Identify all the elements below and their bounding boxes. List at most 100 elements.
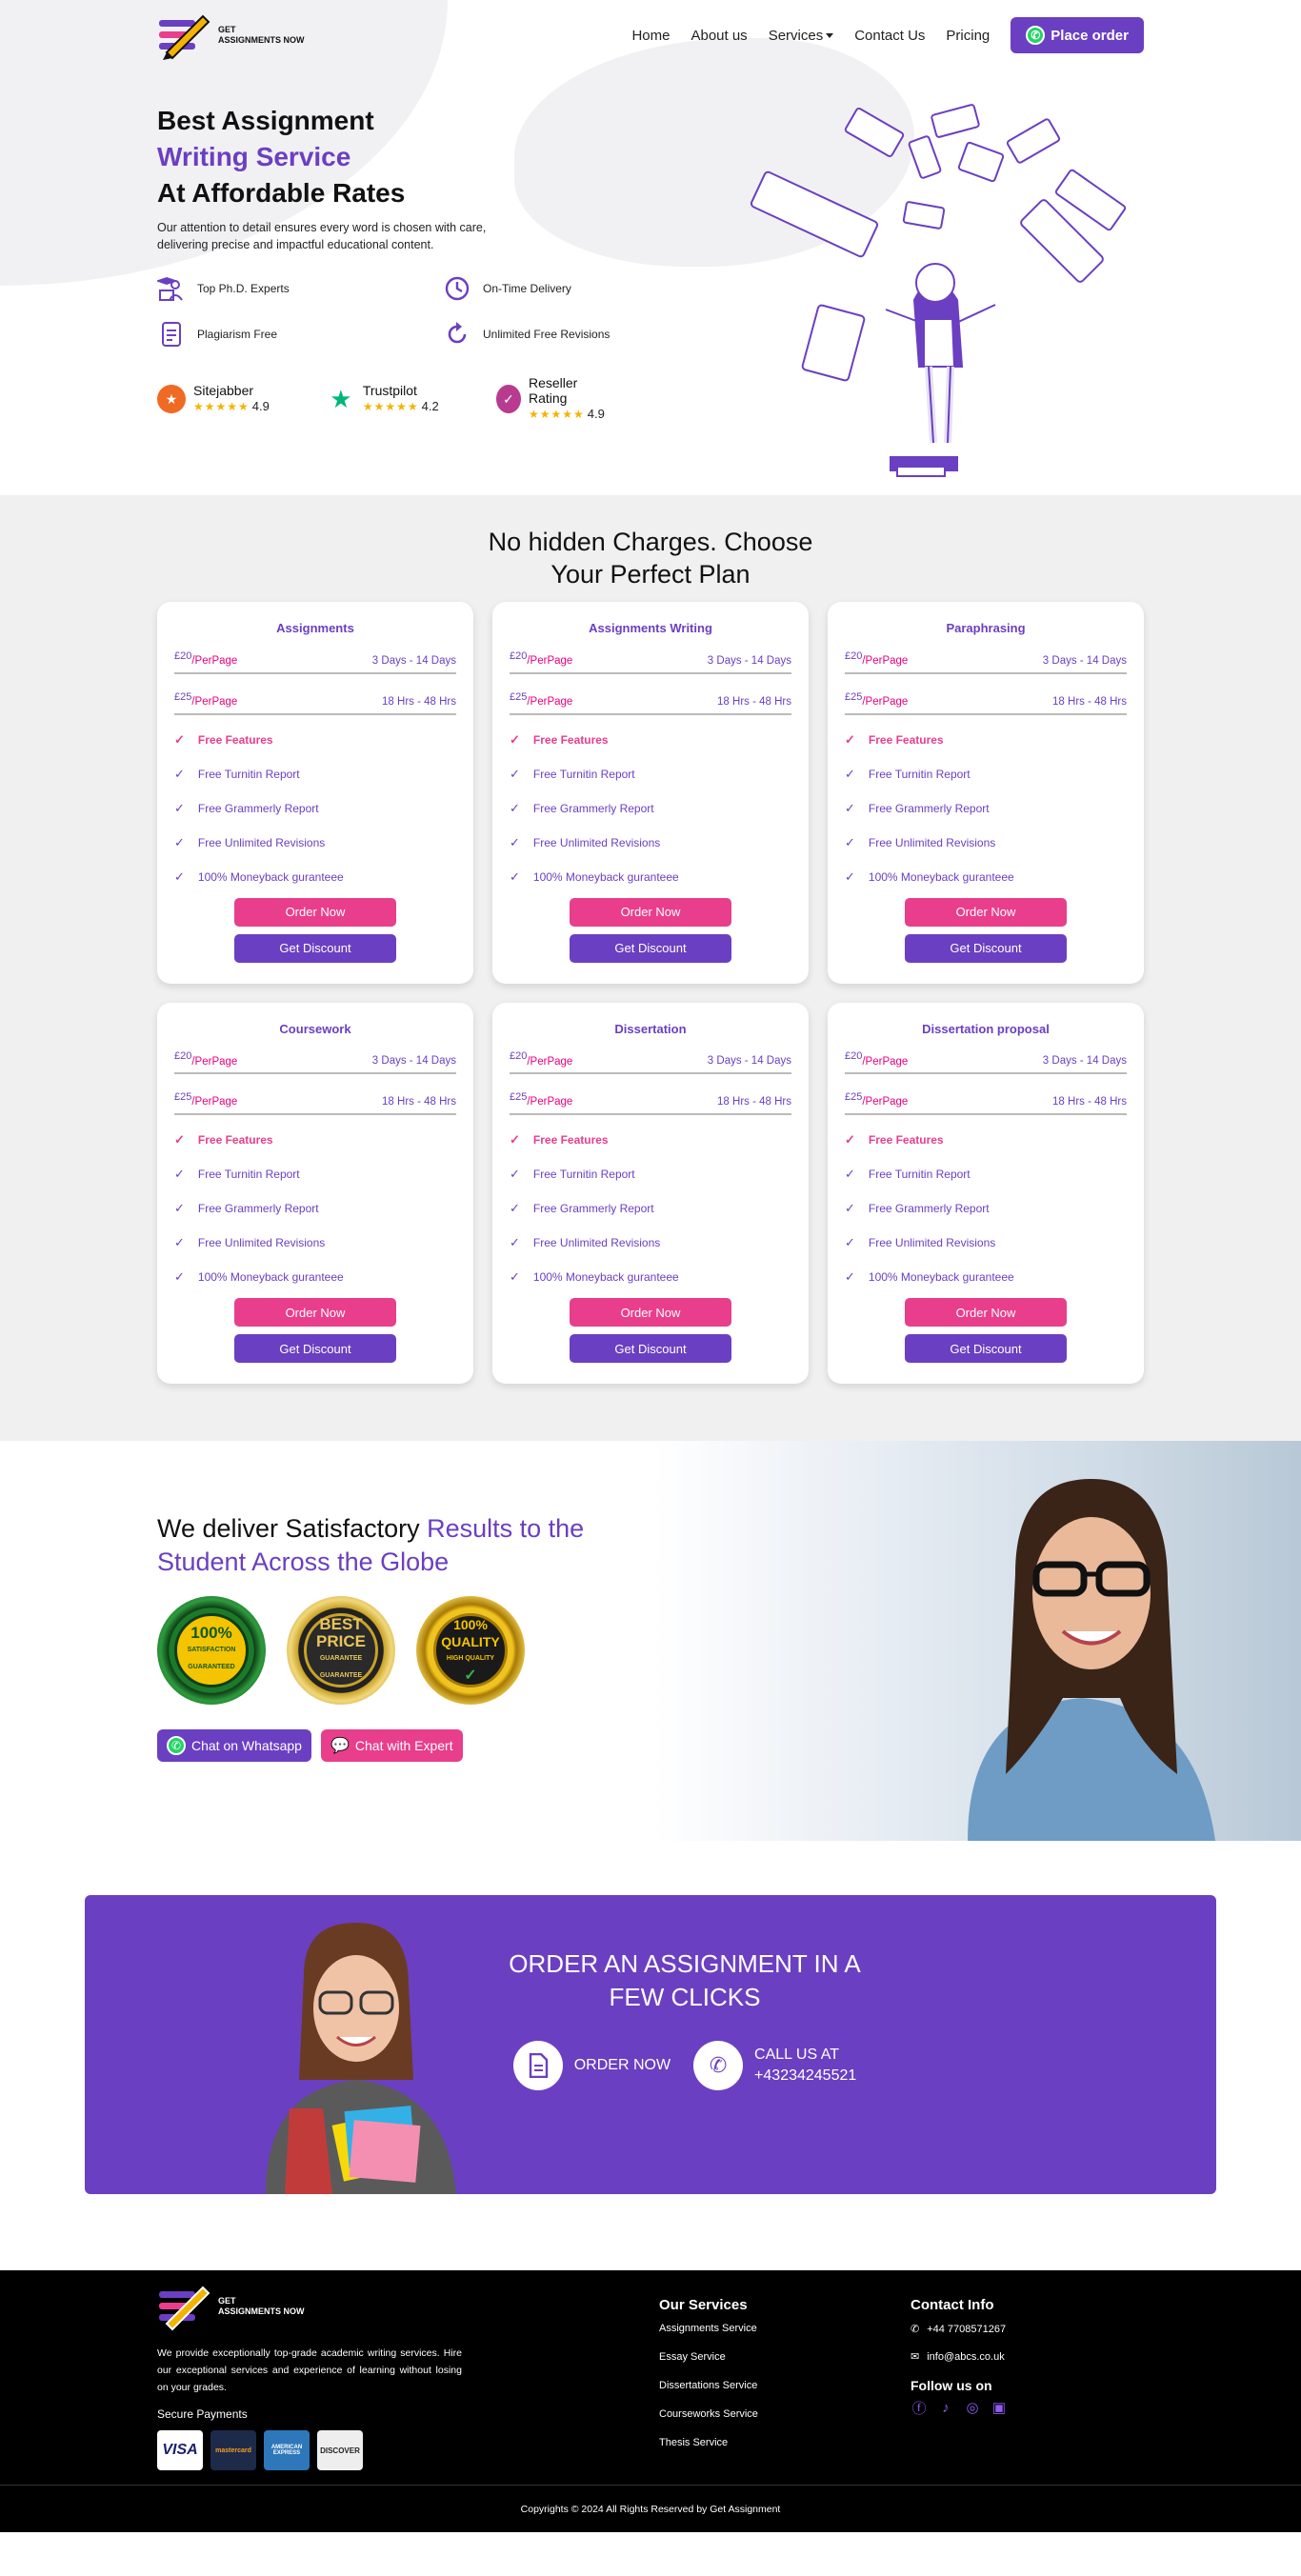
main-menu: Home About us Services Contact Us Pricin… [631, 17, 1144, 53]
feature-item: ✓ Free Turnitin Report [845, 767, 1127, 782]
satisfaction-section: We deliver Satisfactory Results to the S… [0, 1441, 1301, 1842]
feature-item: ✓ Free Unlimited Revisions [510, 1235, 791, 1250]
rating-trustpilot[interactable]: ★ Trustpilot ★★★★★ 4.2 [327, 375, 439, 423]
price-value: £25 [510, 1091, 528, 1104]
feature-label: 100% Moneyback guranteee [532, 869, 679, 884]
feature-heading-label: Free Features [197, 1133, 273, 1148]
footer-link-courseworks[interactable]: Courseworks Service [659, 2408, 758, 2420]
pricing-card: Coursework £20/PerPage 3 Days - 14 Days £25… [157, 1002, 473, 1385]
footer-link-thesis[interactable]: Thesis Service [659, 2437, 758, 2448]
satisfaction-title: We deliver Satisfactory Results to the S… [157, 1512, 633, 1579]
feature-list: ✓ Free Features ✓ Free Turnitin Report ✓ Free… [845, 732, 1127, 885]
feature-item: ✓ 100% Moneyback guranteee [845, 1269, 1127, 1285]
price-value: £20 [845, 1050, 863, 1063]
get-discount-button[interactable]: Get Discount [570, 933, 731, 963]
place-order-button[interactable]: ✆ Place order [1011, 17, 1144, 53]
price-row: £25/PerPage 18 Hrs - 48 Hrs [510, 691, 791, 715]
feature-label: Free Unlimited Revisions [197, 1236, 326, 1250]
logo-line1: GET [218, 25, 236, 34]
quality-badge: 100% QUALITY HIGH QUALITY ✓ [416, 1596, 525, 1706]
nav-services[interactable]: Services [769, 28, 834, 44]
cta-order-now-button[interactable]: ORDER NOW [512, 2041, 671, 2091]
price-amount: £25 [174, 1091, 191, 1108]
rating-reseller[interactable]: ✓ Reseller Rating ★★★★★ 4.9 [495, 375, 609, 423]
get-discount-button[interactable]: Get Discount [905, 1334, 1067, 1364]
feature-label: 100% Moneyback guranteee [868, 869, 1014, 884]
feature-label: Free Unlimited Revisions [532, 1236, 661, 1250]
chat-whatsapp-label: Chat on Whatsapp [191, 1738, 302, 1754]
check-icon: ✓ [510, 1132, 520, 1148]
nav-pricing[interactable]: Pricing [946, 28, 990, 44]
get-discount-button[interactable]: Get Discount [234, 933, 396, 963]
price-value: £25 [845, 690, 863, 703]
feature-heading: ✓ Free Features [510, 732, 791, 748]
get-discount-button[interactable]: Get Discount [234, 1334, 396, 1364]
footer-link-assignments[interactable]: Assignments Service [659, 2323, 758, 2334]
delivery-time: 18 Hrs - 48 Hrs [717, 695, 791, 708]
footer-link-dissertations[interactable]: Dissertations Service [659, 2380, 758, 2391]
nav-about-us[interactable]: About us [691, 28, 747, 44]
hero-features: Top Ph.D. Experts On-Time Delivery Plagi… [157, 274, 652, 349]
rating-sitejabber[interactable]: ★ Sitejabber ★★★★★ 4.9 [157, 375, 270, 423]
cta-content: ORDER AN ASSIGNMENT IN A FEW CLICKS ORDE… [494, 1947, 875, 2091]
check-icon: ✓ [510, 731, 520, 747]
feature-label: Free Grammerly Report [532, 1202, 654, 1216]
cta-call-button[interactable]: ✆ CALL US AT +43234245521 [693, 2041, 856, 2091]
badge-main: 100% QUALITY [441, 1617, 500, 1650]
logo-line1: GET [218, 2296, 236, 2306]
feature-label: Free Grammerly Report [868, 801, 990, 815]
instagram-icon[interactable]: ◎ [964, 2399, 981, 2416]
order-now-button[interactable]: Order Now [905, 897, 1067, 927]
logo-text: GET ASSIGNMENTS NOW [218, 25, 305, 46]
delivery-time: 18 Hrs - 48 Hrs [1052, 695, 1127, 708]
order-now-button[interactable]: Order Now [570, 1298, 731, 1328]
feature-list: ✓ Free Features ✓ Free Turnitin Report ✓ Free… [510, 1132, 791, 1285]
order-now-button[interactable]: Order Now [234, 1298, 396, 1328]
feature-item: ✓ Free Turnitin Report [174, 767, 456, 782]
footer-logo[interactable]: GET ASSIGNMENTS NOW [157, 2282, 462, 2331]
feature-item: ✓ Free Unlimited Revisions [174, 835, 456, 850]
footer-email-address: info@abcs.co.uk [927, 2350, 1005, 2363]
follow-us-heading: Follow us on [911, 2378, 992, 2394]
feature-label: Free Turnitin Report [868, 1168, 971, 1182]
feature-item: ✓ Free Grammerly Report [174, 1201, 456, 1216]
chat-buttons: ✆ Chat on Whatsapp 💬 Chat with Expert [157, 1729, 633, 1763]
satisfaction-content: We deliver Satisfactory Results to the S… [157, 1512, 633, 1763]
order-now-button[interactable]: Order Now [234, 897, 396, 927]
linkedin-icon[interactable]: ▣ [991, 2399, 1008, 2416]
get-discount-button[interactable]: Get Discount [570, 1334, 731, 1364]
price-amount: £20 [174, 1051, 191, 1067]
check-icon: ✓ [845, 834, 855, 849]
tiktok-icon[interactable]: ♪ [937, 2399, 954, 2416]
delivery-time: 3 Days - 14 Days [371, 654, 456, 667]
price-amount: £25 [845, 1091, 862, 1108]
delivery-time: 18 Hrs - 48 Hrs [382, 1096, 456, 1108]
check-icon: ✓ [845, 800, 855, 815]
nav-home[interactable]: Home [631, 28, 670, 44]
order-now-button[interactable]: Order Now [570, 897, 731, 927]
nav-contact-us[interactable]: Contact Us [854, 28, 925, 44]
get-discount-button[interactable]: Get Discount [905, 933, 1067, 963]
feature-heading: ✓ Free Features [845, 732, 1127, 748]
footer-phone[interactable]: ✆ +44 7708571267 [911, 2323, 1008, 2336]
price-row: £25/PerPage 18 Hrs - 48 Hrs [510, 1091, 791, 1116]
feature-heading-label: Free Features [532, 1133, 609, 1148]
facebook-icon[interactable]: ⓕ [911, 2399, 928, 2417]
footer-email[interactable]: ✉ info@abcs.co.uk [911, 2350, 1008, 2364]
feature-item: ✓ Free Unlimited Revisions [174, 1235, 456, 1250]
secure-payments-label: Secure Payments [157, 2407, 248, 2422]
price-unit: /PerPage [191, 654, 238, 667]
badge-bottom: GUARANTEE [319, 1672, 363, 1680]
chat-whatsapp-button[interactable]: ✆ Chat on Whatsapp [157, 1729, 311, 1763]
smiling-woman-photo [968, 1479, 1215, 1842]
chat-expert-button[interactable]: 💬 Chat with Expert [320, 1729, 463, 1763]
card-buttons: Order Now Get Discount [845, 1298, 1127, 1364]
footer-link-essay[interactable]: Essay Service [659, 2351, 758, 2363]
pricing-card: Assignments £20/PerPage 3 Days - 14 Days £2… [157, 602, 473, 984]
site-logo[interactable]: GET ASSIGNMENTS NOW [157, 10, 305, 60]
price-value: £25 [845, 1091, 863, 1104]
order-now-button[interactable]: Order Now [905, 1298, 1067, 1328]
check-icon: ✓ [845, 1167, 855, 1182]
rating-stars: ★★★★★ [362, 400, 419, 413]
feature-item: ✓ 100% Moneyback guranteee [174, 869, 456, 885]
